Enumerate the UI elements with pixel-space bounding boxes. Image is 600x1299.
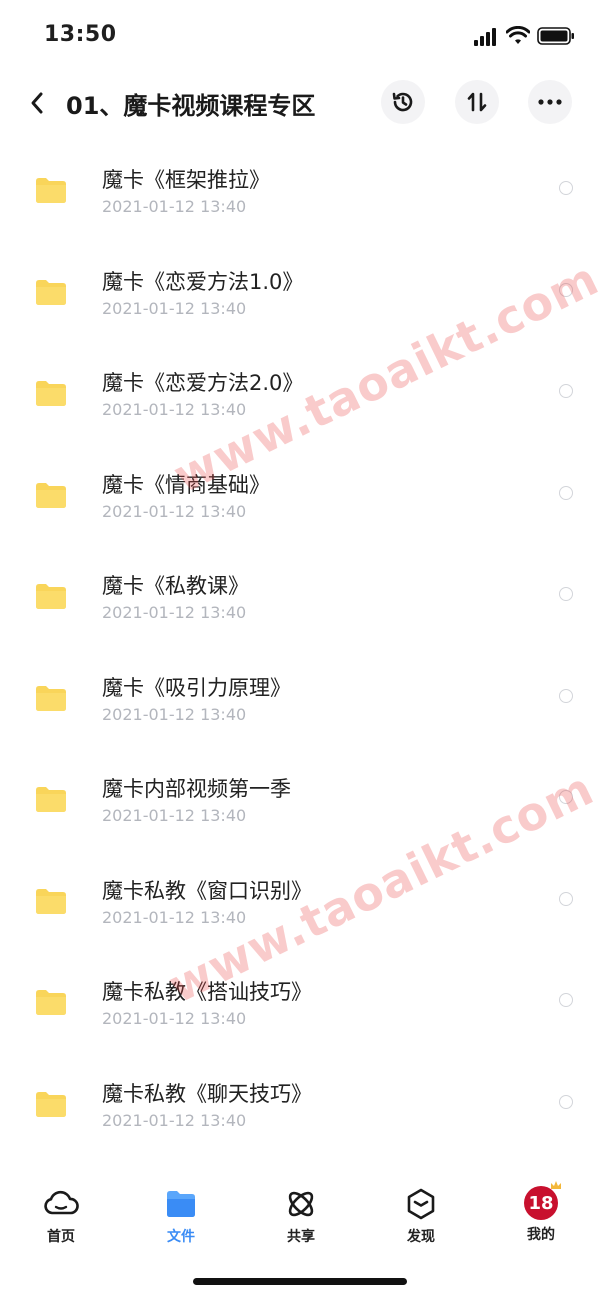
file-row[interactable]: 魔卡《框架推拉》 2021-01-12 13:40 bbox=[0, 130, 600, 232]
file-name: 魔卡《恋爱方法2.0》 bbox=[102, 371, 304, 395]
more-dots-icon bbox=[538, 99, 562, 105]
file-date: 2021-01-12 13:40 bbox=[102, 704, 247, 724]
file-name: 魔卡私教《聊天技巧》 bbox=[102, 1081, 312, 1106]
select-radio[interactable] bbox=[559, 282, 573, 297]
battery-icon bbox=[537, 27, 574, 45]
file-row[interactable]: 魔卡《吸引力原理》 2021-01-12 13:40 bbox=[0, 638, 600, 740]
file-row[interactable]: 魔卡《恋爱方法1.0》 2021-01-12 13:40 bbox=[0, 232, 600, 334]
history-button[interactable] bbox=[381, 80, 425, 124]
file-row[interactable]: 魔卡内部视频第一季 2021-01-12 13:40 bbox=[0, 739, 600, 841]
cellular-signal-icon bbox=[474, 28, 496, 46]
tab-label: 首页 bbox=[47, 1229, 75, 1245]
more-button[interactable] bbox=[528, 80, 572, 124]
tab-home[interactable]: 首页 bbox=[21, 1178, 101, 1248]
folder-icon bbox=[36, 279, 66, 305]
crown-icon bbox=[551, 1181, 561, 1189]
file-row[interactable]: 魔卡私教《聊天技巧》 2021-01-12 13:40 bbox=[0, 1044, 600, 1146]
file-row[interactable]: 魔卡私教《搭讪技巧》 2021-01-12 13:40 bbox=[0, 942, 600, 1044]
file-name: 魔卡内部视频第一季 bbox=[102, 777, 291, 801]
folder-icon bbox=[167, 1191, 195, 1217]
sort-button[interactable] bbox=[455, 80, 499, 124]
file-name: 魔卡《吸引力原理》 bbox=[102, 675, 291, 700]
page-title: 01、魔卡视频课程专区 bbox=[66, 92, 316, 120]
tab-me[interactable]: 18 我的 bbox=[501, 1178, 581, 1248]
nav-header: 01、魔卡视频课程专区 bbox=[0, 72, 600, 132]
select-radio[interactable] bbox=[559, 1094, 573, 1109]
back-button[interactable] bbox=[22, 86, 52, 120]
tab-bar: 首页 文件 共享 发现 18 我的 bbox=[0, 1178, 600, 1258]
select-radio[interactable] bbox=[559, 384, 573, 398]
history-icon bbox=[392, 92, 413, 112]
file-date: 2021-01-12 13:40 bbox=[102, 1110, 247, 1130]
tab-label: 文件 bbox=[167, 1229, 195, 1245]
tab-label: 发现 bbox=[407, 1229, 435, 1245]
folder-icon bbox=[36, 178, 66, 203]
file-date: 2021-01-12 13:40 bbox=[102, 400, 247, 419]
cloud-face-icon bbox=[44, 1190, 79, 1215]
file-date: 2021-01-12 13:40 bbox=[102, 1009, 247, 1028]
file-date: 2021-01-12 13:40 bbox=[102, 197, 247, 216]
select-radio[interactable] bbox=[559, 891, 573, 906]
file-name: 魔卡《恋爱方法1.0》 bbox=[102, 269, 304, 294]
sort-icon bbox=[467, 92, 487, 112]
file-date: 2021-01-12 13:40 bbox=[102, 501, 247, 521]
select-radio[interactable] bbox=[559, 587, 573, 601]
file-name: 魔卡《私教课》 bbox=[102, 574, 249, 598]
folder-icon bbox=[36, 381, 66, 406]
avatar-text: 18 bbox=[528, 1192, 554, 1214]
tab-label: 我的 bbox=[527, 1227, 555, 1243]
chevron-left-icon bbox=[31, 92, 43, 114]
file-row[interactable]: 魔卡私教《窗口识别》 2021-01-12 13:40 bbox=[0, 841, 600, 943]
select-radio[interactable] bbox=[559, 993, 573, 1007]
file-date: 2021-01-12 13:40 bbox=[102, 298, 247, 318]
file-row[interactable]: 魔卡《私教课》 2021-01-12 13:40 bbox=[0, 536, 600, 638]
file-name: 魔卡《框架推拉》 bbox=[102, 168, 270, 192]
folder-icon bbox=[36, 888, 66, 914]
folder-icon bbox=[36, 482, 66, 508]
tab-share[interactable]: 共享 bbox=[261, 1178, 341, 1248]
file-name: 魔卡私教《搭讪技巧》 bbox=[102, 980, 312, 1004]
home-indicator bbox=[193, 1278, 407, 1285]
folder-icon bbox=[36, 584, 66, 609]
atom-icon bbox=[288, 1191, 314, 1217]
file-date: 2021-01-12 13:40 bbox=[102, 907, 247, 927]
file-row[interactable]: 魔卡《情商基础》 2021-01-12 13:40 bbox=[0, 435, 600, 537]
folder-icon bbox=[36, 787, 66, 812]
file-name: 魔卡私教《窗口识别》 bbox=[102, 878, 312, 903]
tab-discover[interactable]: 发现 bbox=[381, 1178, 461, 1248]
file-list: 魔卡《框架推拉》 2021-01-12 13:40 魔卡《恋爱方法1.0》 20… bbox=[0, 130, 600, 1145]
select-radio[interactable] bbox=[559, 790, 573, 804]
select-radio[interactable] bbox=[559, 688, 573, 703]
folder-icon bbox=[36, 1091, 66, 1117]
file-name: 魔卡《情商基础》 bbox=[102, 472, 270, 497]
status-bar: 13:50 bbox=[0, 0, 600, 72]
file-date: 2021-01-12 13:40 bbox=[102, 603, 247, 622]
status-time: 13:50 bbox=[44, 22, 117, 47]
folder-icon bbox=[36, 990, 66, 1015]
folder-icon bbox=[36, 685, 66, 711]
file-date: 2021-01-12 13:40 bbox=[102, 806, 247, 825]
tab-files[interactable]: 文件 bbox=[141, 1178, 221, 1248]
select-radio[interactable] bbox=[559, 181, 573, 195]
file-row[interactable]: 魔卡《恋爱方法2.0》 2021-01-12 13:40 bbox=[0, 333, 600, 435]
tab-label: 共享 bbox=[287, 1229, 315, 1245]
select-radio[interactable] bbox=[559, 485, 573, 500]
avatar: 18 bbox=[524, 1181, 561, 1220]
compass-box-icon bbox=[407, 1188, 435, 1220]
wifi-icon bbox=[506, 26, 530, 44]
